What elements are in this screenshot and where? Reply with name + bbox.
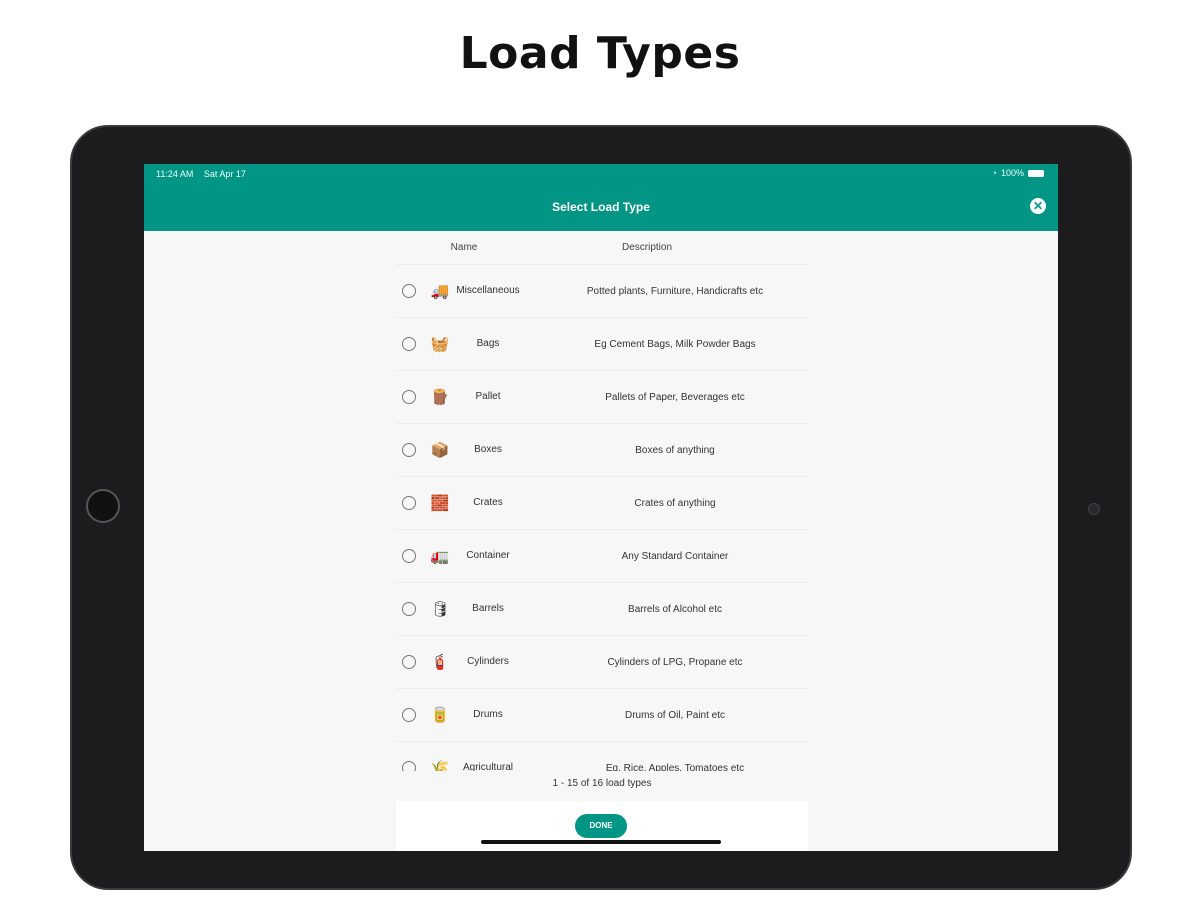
load-type-name: Boxes (474, 444, 502, 455)
load-type-icon: 🧯 (430, 654, 450, 671)
radio-button[interactable] (402, 337, 416, 351)
radio-button[interactable] (402, 443, 416, 457)
load-type-description: Eg. Rice, Apples, Tomatoes etc (605, 762, 745, 772)
load-type-description: Eg Cement Bags, Milk Powder Bags (594, 338, 756, 350)
radio-button[interactable] (402, 708, 416, 722)
table-row[interactable]: 🌾 Agricultural Eg. Rice, Apples, Tomatoes … (396, 742, 808, 771)
battery-percent: 100% (1000, 168, 1024, 178)
radio-button[interactable] (402, 284, 416, 298)
wifi-icon: ◔ (991, 168, 997, 178)
status-bar-right: ◔ 100% (992, 168, 1044, 178)
load-type-name: Barrels (472, 603, 504, 614)
header-title: Select Load Type (552, 200, 650, 214)
load-type-description: Drums of Oil, Paint etc (624, 709, 726, 721)
load-type-icon: 🚚 (430, 283, 450, 300)
table-row[interactable]: 🪵 Pallet Pallets of Paper, Beverages etc (396, 371, 808, 424)
close-icon[interactable]: ✕ (1030, 198, 1046, 214)
pagination-count: 1 - 15 of 16 load types (552, 778, 652, 789)
table-row[interactable]: 🚛 Container Any Standard Container (396, 530, 808, 583)
load-type-name: Agricultural (462, 762, 514, 771)
home-indicator (481, 840, 721, 844)
load-type-description: Crates of anything (634, 497, 716, 509)
table-row[interactable]: 📦 Boxes Boxes of anything (396, 424, 808, 477)
load-type-name: Miscellaneous (456, 285, 520, 296)
table-row[interactable]: 🧱 Crates Crates of anything (396, 477, 808, 530)
load-type-name: Crates (473, 497, 503, 508)
load-type-description: Any Standard Container (621, 550, 729, 562)
load-type-icon: 🧱 (430, 495, 450, 512)
status-date: Sat Apr 17 (203, 169, 246, 179)
camera-dot (1088, 503, 1100, 515)
load-type-name: Pallet (475, 391, 501, 402)
app-header: 11:24 AM Sat Apr 17 ◔ 100% Select Load T… (144, 164, 1058, 231)
load-type-description: Cylinders of LPG, Propane etc (607, 656, 743, 668)
radio-button[interactable] (402, 390, 416, 404)
table-header: Name Description (396, 231, 808, 265)
load-type-description: Barrels of Alcohol etc (628, 603, 722, 615)
page-heading: Load Types (459, 28, 741, 79)
load-type-icon: 🥫 (430, 707, 450, 724)
table-row[interactable]: 🧺 Bags Eg Cement Bags, Milk Powder Bags (396, 318, 808, 371)
load-type-description: Boxes of anything (635, 444, 715, 456)
load-type-name: Cylinders (467, 656, 509, 667)
load-type-description: Potted plants, Furniture, Handicrafts et… (586, 285, 764, 297)
home-button[interactable] (86, 489, 120, 523)
load-type-icon: 📦 (430, 442, 450, 459)
load-type-description: Pallets of Paper, Beverages etc (605, 391, 745, 403)
load-type-icon: 🛢 (430, 601, 450, 618)
load-type-icon: 🧺 (430, 336, 450, 353)
table-row[interactable]: 🚚 Miscellaneous Potted plants, Furniture, … (396, 265, 808, 318)
done-button[interactable]: DONE (575, 814, 627, 838)
app-screen: 11:24 AM Sat Apr 17 ◔ 100% Select Load T… (144, 164, 1058, 851)
table-row[interactable]: 🛢 Barrels Barrels of Alcohol etc (396, 583, 808, 636)
radio-button[interactable] (402, 496, 416, 510)
status-bar-left: 11:24 AM Sat Apr 17 (156, 169, 254, 179)
load-type-icon: 🌾 (430, 760, 450, 771)
table-body: 🚚 Miscellaneous Potted plants, Furniture, … (396, 265, 808, 771)
battery-icon (1028, 169, 1044, 177)
load-type-name: Container (466, 550, 510, 561)
column-header-name: Name (450, 242, 478, 253)
load-type-icon: 🪵 (430, 389, 450, 406)
load-type-icon: 🚛 (430, 548, 450, 565)
table-row[interactable]: 🥫 Drums Drums of Oil, Paint etc (396, 689, 808, 742)
load-type-table: Name Description 🚚 Miscellaneous Potted pl… (396, 231, 808, 771)
radio-button[interactable] (402, 602, 416, 616)
radio-button[interactable] (402, 761, 416, 771)
radio-button[interactable] (402, 549, 416, 563)
radio-button[interactable] (402, 655, 416, 669)
table-row[interactable]: 🧯 Cylinders Cylinders of LPG, Propane etc (396, 636, 808, 689)
load-type-name: Bags (476, 338, 500, 349)
load-type-name: Drums (473, 709, 503, 720)
column-header-description: Description (621, 242, 673, 253)
status-time: 11:24 AM (156, 169, 194, 179)
